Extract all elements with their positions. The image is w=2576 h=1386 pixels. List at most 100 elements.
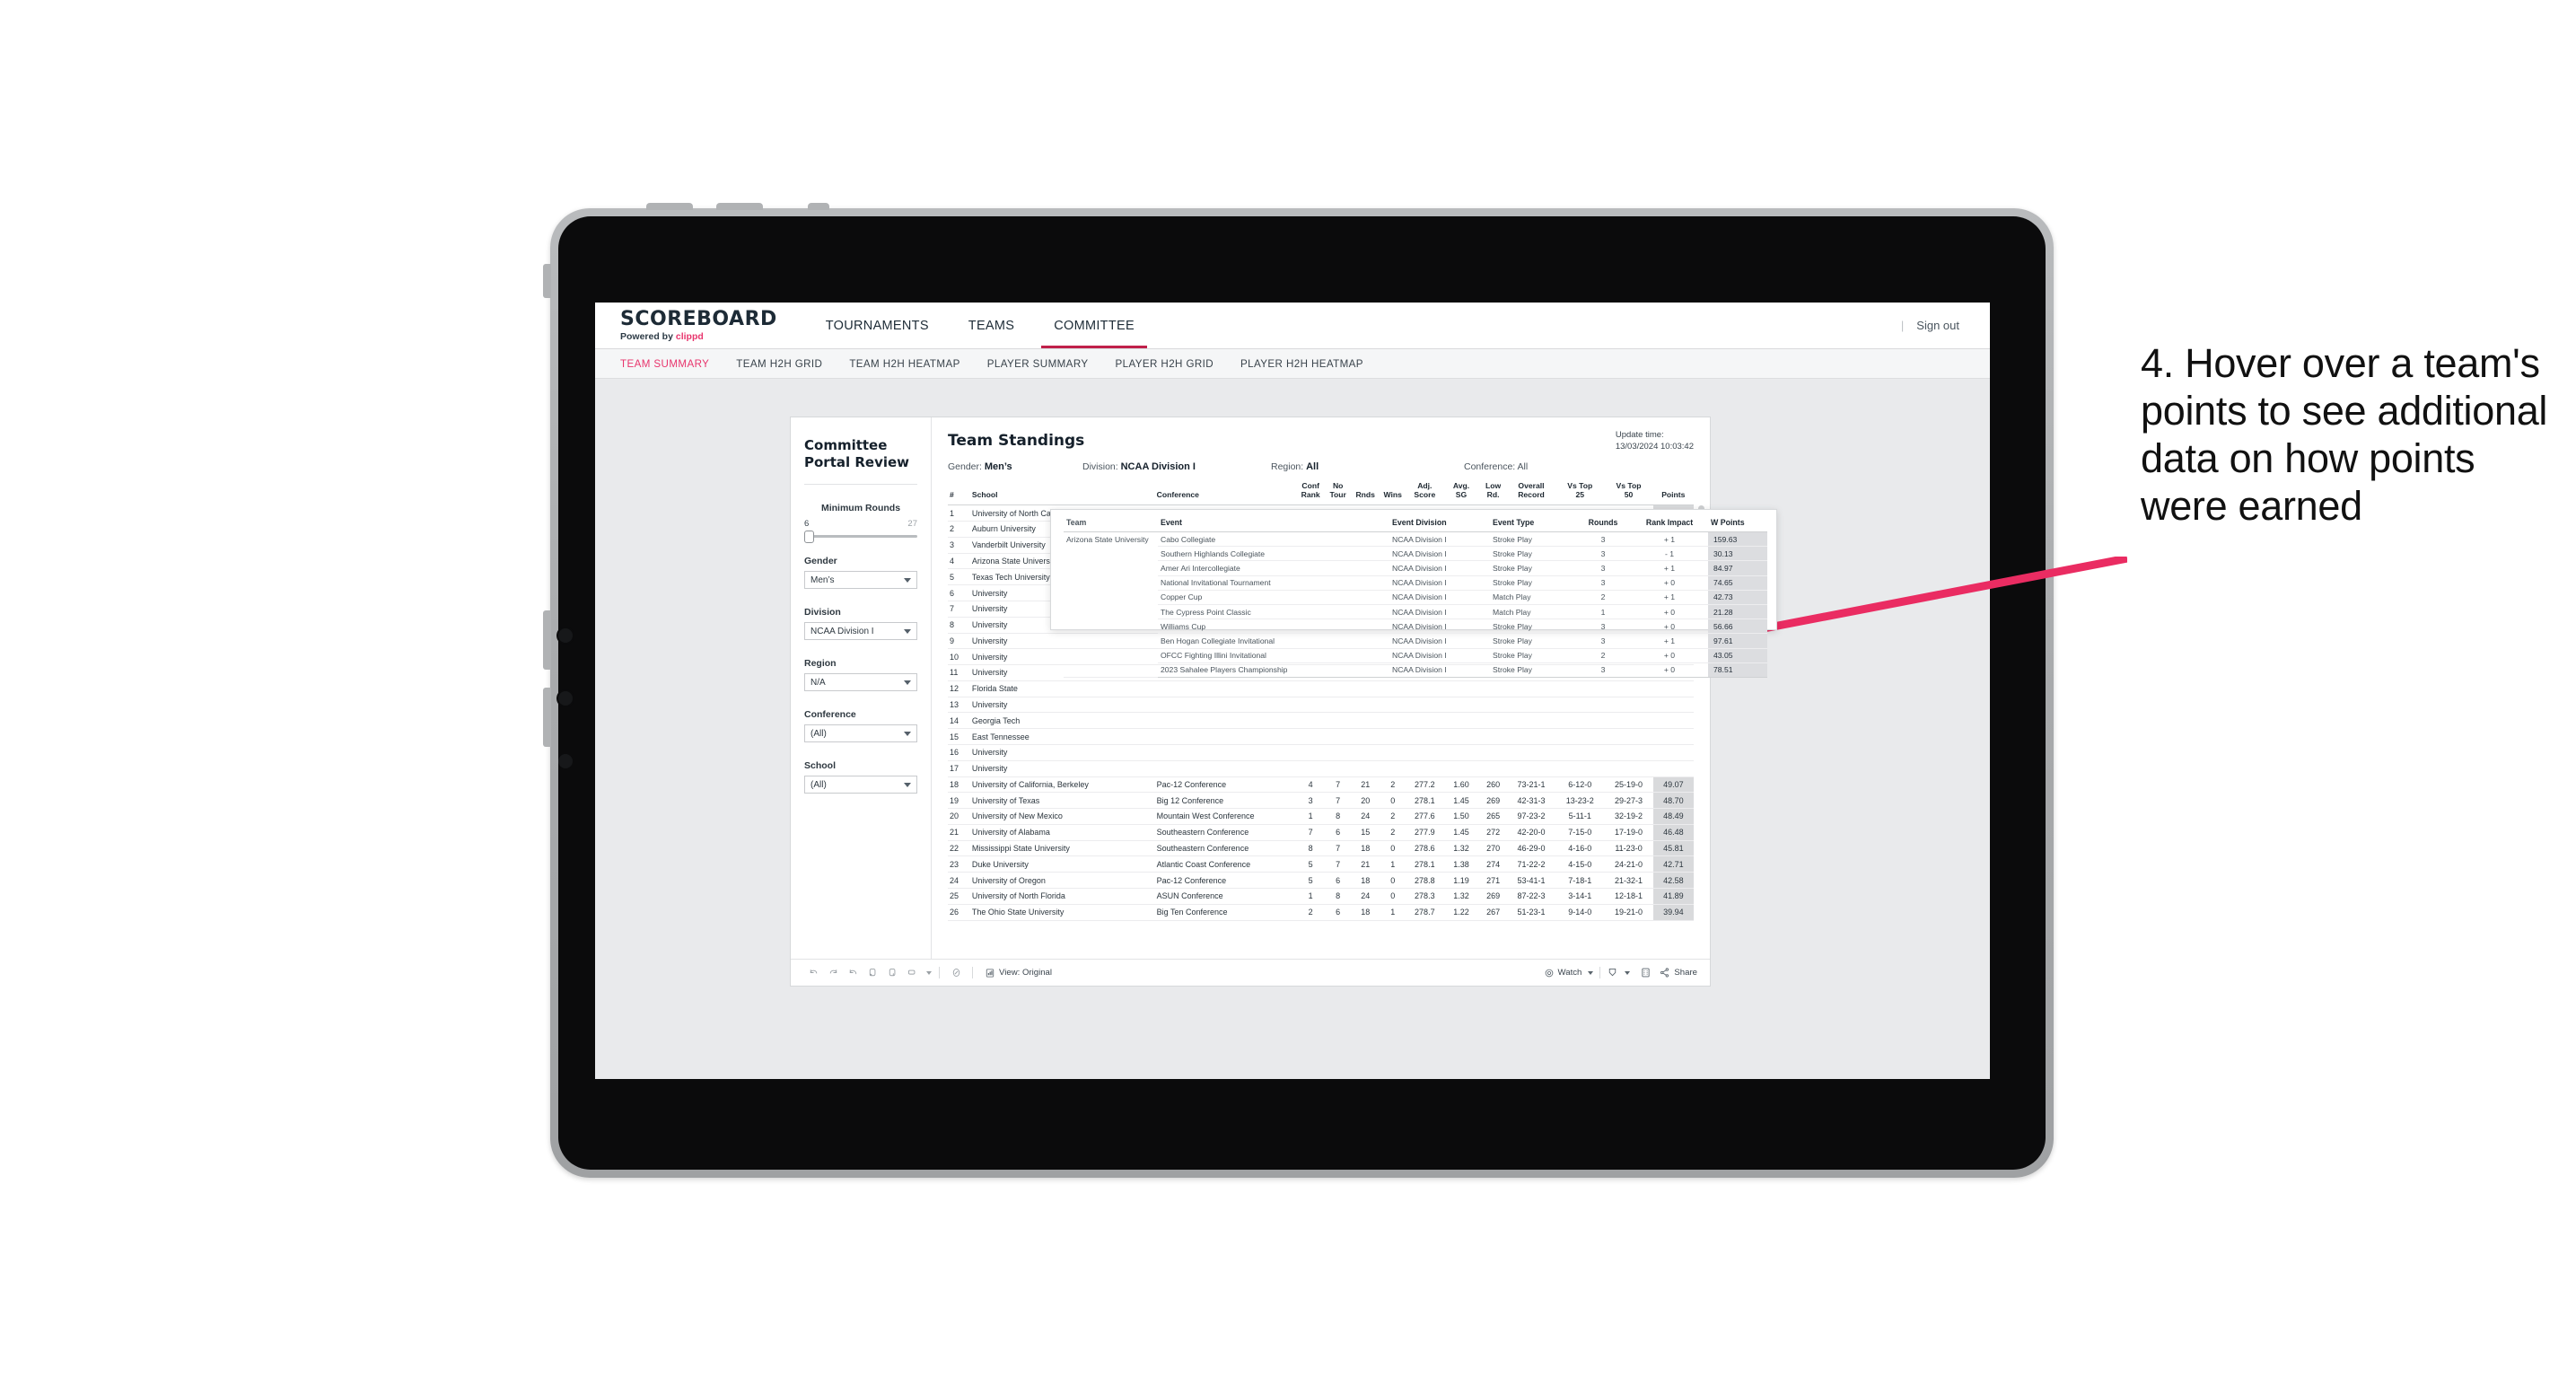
- table-cell[interactable]: 41.89: [1652, 888, 1694, 905]
- table-cell: 278.6: [1406, 840, 1443, 857]
- tooltip-cell: - 1: [1631, 546, 1708, 562]
- subnav-item-team-h2h-heatmap[interactable]: TEAM H2H HEATMAP: [849, 358, 959, 370]
- fullscreen-icon[interactable]: [1635, 963, 1655, 983]
- pause-auto-update-icon[interactable]: [946, 963, 966, 983]
- table-cell: 1: [1296, 888, 1325, 905]
- table-row[interactable]: 21 University of Alabama Southeastern Conf…: [948, 824, 1694, 841]
- table-cell: [1479, 744, 1507, 761]
- top-navigation-bar: SCOREBOARD Powered by clippd TOURNAMENTS…: [595, 303, 1990, 349]
- refresh-icon[interactable]: [863, 963, 882, 983]
- revert-icon[interactable]: [843, 963, 863, 983]
- pause-icon[interactable]: [882, 963, 902, 983]
- table-row[interactable]: 18 University of California, Berkeley Pac-…: [948, 776, 1694, 794]
- table-cell[interactable]: [1652, 728, 1694, 745]
- subnav-item-player-h2h-grid[interactable]: PLAYER H2H GRID: [1116, 358, 1214, 370]
- device-layout-icon[interactable]: [902, 963, 922, 983]
- slider-handle[interactable]: [804, 530, 814, 543]
- redo-icon[interactable]: [823, 963, 843, 983]
- sub-navigation-bar: TEAM SUMMARY TEAM H2H GRID TEAM H2H HEAT…: [595, 349, 1990, 379]
- table-cell[interactable]: 42.71: [1652, 855, 1694, 873]
- table-cell: Florida State: [969, 680, 1155, 697]
- toolbar-divider-1: [939, 967, 940, 978]
- table-row[interactable]: 15 East Tennessee: [948, 728, 1694, 745]
- tooltip-cell: Stroke Play: [1490, 633, 1575, 649]
- points-tooltip: Team Event Event Division Event Type Rou…: [1050, 509, 1777, 678]
- table-row[interactable]: 12 Florida State: [948, 680, 1694, 697]
- nav-item-tournaments[interactable]: TOURNAMENTS: [806, 303, 949, 348]
- region-select[interactable]: N/A: [804, 673, 917, 692]
- col-points[interactable]: Points: [1652, 480, 1694, 506]
- table-cell: 20: [1351, 792, 1380, 810]
- table-cell[interactable]: 49.07: [1652, 776, 1694, 794]
- table-cell: 278.7: [1406, 904, 1443, 921]
- table-row[interactable]: 22 Mississippi State University Southeaste…: [948, 840, 1694, 857]
- table-cell: [1442, 697, 1480, 714]
- watch-button[interactable]: Watch: [1544, 968, 1594, 978]
- subnav-item-team-h2h-grid[interactable]: TEAM H2H GRID: [736, 358, 822, 370]
- table-row[interactable]: 23 Duke University Atlantic Coast Conferen…: [948, 855, 1694, 873]
- table-cell[interactable]: [1652, 680, 1694, 697]
- table-cell: 2: [1379, 776, 1406, 794]
- conference-select[interactable]: (All): [804, 724, 917, 743]
- device-layout-caret-icon[interactable]: [922, 963, 933, 983]
- table-row[interactable]: 25 University of North Florida ASUN Confer…: [948, 888, 1694, 905]
- table-row[interactable]: 14 Georgia Tech: [948, 712, 1694, 730]
- signout-link[interactable]: Sign out: [1916, 319, 1959, 332]
- table-row[interactable]: 16 University: [948, 744, 1694, 761]
- gender-select[interactable]: Men’s: [804, 571, 917, 590]
- tooltip-cell: Stroke Play: [1490, 618, 1575, 635]
- col-school[interactable]: School: [969, 480, 1155, 506]
- table-cell[interactable]: 48.70: [1652, 792, 1694, 810]
- table-cell[interactable]: [1652, 697, 1694, 714]
- subnav-item-team-summary[interactable]: TEAM SUMMARY: [620, 358, 709, 370]
- table-cell[interactable]: [1652, 712, 1694, 730]
- nav-item-teams[interactable]: TEAMS: [949, 303, 1034, 348]
- col-overall-record[interactable]: Overall Record: [1506, 480, 1556, 506]
- table-row[interactable]: 17 University: [948, 760, 1694, 777]
- nav-item-committee[interactable]: COMMITTEE: [1034, 303, 1154, 348]
- brand-name: SCOREBOARD: [620, 307, 777, 330]
- division-select[interactable]: NCAA Division I: [804, 622, 917, 641]
- table-row[interactable]: 26 The Ohio State University Big Ten Confe…: [948, 904, 1694, 921]
- view-original-button[interactable]: View: Original: [985, 968, 1052, 978]
- tooltip-cell: 78.51: [1708, 662, 1767, 678]
- col-rnds[interactable]: Rnds: [1351, 480, 1380, 506]
- table-cell[interactable]: 45.81: [1652, 840, 1694, 857]
- col-vs-top-25[interactable]: Vs Top 25: [1555, 480, 1605, 506]
- table-cell[interactable]: 48.49: [1652, 808, 1694, 825]
- minimum-rounds-slider[interactable]: [804, 530, 917, 543]
- table-cell: [1351, 680, 1380, 697]
- col-vs-top-50[interactable]: Vs Top 50: [1604, 480, 1653, 506]
- table-row[interactable]: 24 University of Oregon Pac-12 Conference 5…: [948, 872, 1694, 889]
- table-cell: Big Ten Conference: [1154, 904, 1297, 921]
- table-cell[interactable]: 46.48: [1652, 824, 1694, 841]
- app-screen: SCOREBOARD Powered by clippd TOURNAMENTS…: [595, 303, 1990, 1079]
- download-button[interactable]: [1607, 967, 1631, 978]
- table-cell[interactable]: 39.94: [1652, 904, 1694, 921]
- col-low-rd[interactable]: Low Rd.: [1479, 480, 1507, 506]
- col-conference[interactable]: Conference: [1154, 480, 1297, 506]
- col-adj-score[interactable]: Adj. Score: [1406, 480, 1443, 506]
- table-row[interactable]: 13 University: [948, 697, 1694, 714]
- table-cell[interactable]: 42.58: [1652, 872, 1694, 889]
- share-button[interactable]: Share: [1659, 967, 1697, 978]
- undo-icon[interactable]: [803, 963, 823, 983]
- school-select[interactable]: (All): [804, 776, 917, 794]
- subnav-item-player-summary[interactable]: PLAYER SUMMARY: [987, 358, 1089, 370]
- table-cell[interactable]: [1652, 760, 1694, 777]
- brand-logo[interactable]: SCOREBOARD Powered by clippd: [595, 307, 806, 342]
- breadcrumb-region-label: Region:: [1271, 461, 1307, 472]
- table-row[interactable]: 20 University of New Mexico Mountain West …: [948, 808, 1694, 825]
- subnav-item-player-h2h-heatmap[interactable]: PLAYER H2H HEATMAP: [1240, 358, 1363, 370]
- col-rank[interactable]: #: [948, 480, 970, 506]
- table-cell[interactable]: [1652, 744, 1694, 761]
- col-conf-rank[interactable]: Conf Rank: [1296, 480, 1325, 506]
- col-avg-sg[interactable]: Avg. SG: [1442, 480, 1480, 506]
- col-no-tour[interactable]: No Tour: [1324, 480, 1352, 506]
- breadcrumb-conference-label: Conference:: [1464, 461, 1518, 472]
- table-row[interactable]: 19 University of Texas Big 12 Conference 3 7…: [948, 792, 1694, 810]
- table-cell: 2: [1379, 808, 1406, 825]
- standings-header: Team Standings Update time: 13/03/2024 1…: [932, 417, 1710, 472]
- table-cell: 1.45: [1442, 824, 1480, 841]
- col-wins[interactable]: Wins: [1379, 480, 1406, 506]
